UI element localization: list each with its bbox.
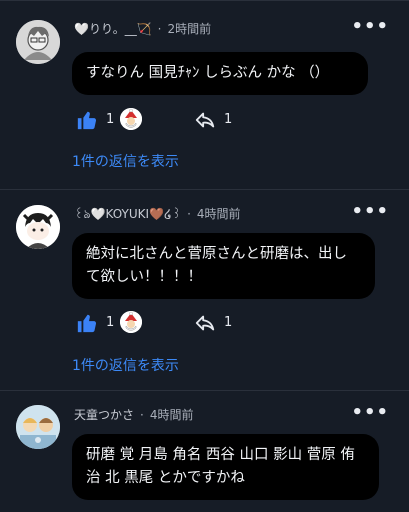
more-options-icon[interactable]: ••• [351, 16, 389, 37]
comment-text: 研磨 覚 月島 角名 西谷 山口 影山 菅原 侑 治 北 黒尾 とかですかね [72, 434, 379, 500]
user-avatar[interactable] [16, 20, 60, 64]
comment-text: すなりん 国見ﾁｬﾝ しらぶん かな （） [72, 52, 368, 95]
comment-time: 4時間前 [196, 207, 241, 221]
comment-meta: 天童つかさ · 4時間前 [74, 406, 193, 423]
comment-actions: 1 1 [76, 311, 396, 335]
view-replies-link[interactable]: 1件の返信を表示 [72, 355, 179, 375]
comment-meta: ꒰ঌ🤍KOYUKI🤎໒꒱ · 4時間前 [74, 205, 241, 226]
comment-divider [0, 0, 409, 1]
thumbs-up-icon[interactable] [76, 109, 98, 131]
avatar-illustration-icon [16, 20, 60, 64]
reply-count: 1 [224, 112, 233, 127]
comment-time: 4時間前 [149, 408, 194, 422]
comment-username[interactable]: 🤍りり。__🏹 [74, 22, 152, 36]
thumbs-up-icon[interactable] [76, 312, 98, 334]
more-options-icon[interactable]: ••• [351, 201, 389, 222]
view-replies-link[interactable]: 1件の返信を表示 [72, 151, 179, 171]
reply-icon[interactable] [194, 109, 216, 131]
creator-heart-avatar [120, 311, 142, 333]
reply-count: 1 [224, 315, 233, 330]
santa-icon [120, 311, 142, 333]
avatar-illustration-icon [16, 205, 60, 249]
comment-divider [0, 189, 409, 190]
comment-text: 絶対に北さんと菅原さんと研磨は、出して欲しい！！！！ [72, 233, 375, 299]
comment-username[interactable]: ꒰ঌ🤍KOYUKI🤎໒꒱ [74, 207, 181, 221]
creator-heart-avatar [120, 108, 142, 130]
comment-username[interactable]: 天童つかさ [74, 408, 134, 422]
like-count: 1 [106, 112, 115, 127]
comment-time: 2時間前 [167, 22, 212, 36]
comment-meta: 🤍りり。__🏹 · 2時間前 [74, 20, 211, 37]
like-count: 1 [106, 315, 115, 330]
separator-dot: · [187, 207, 191, 221]
avatar-illustration-icon [16, 405, 60, 449]
user-avatar[interactable] [16, 205, 60, 249]
comment-actions: 1 1 [76, 108, 396, 132]
more-options-icon[interactable]: ••• [351, 402, 389, 423]
santa-icon [120, 108, 142, 130]
comment-divider [0, 390, 409, 391]
user-avatar[interactable] [16, 405, 60, 449]
reply-icon[interactable] [194, 312, 216, 334]
separator-dot: · [157, 22, 162, 36]
separator-dot: · [140, 408, 144, 422]
